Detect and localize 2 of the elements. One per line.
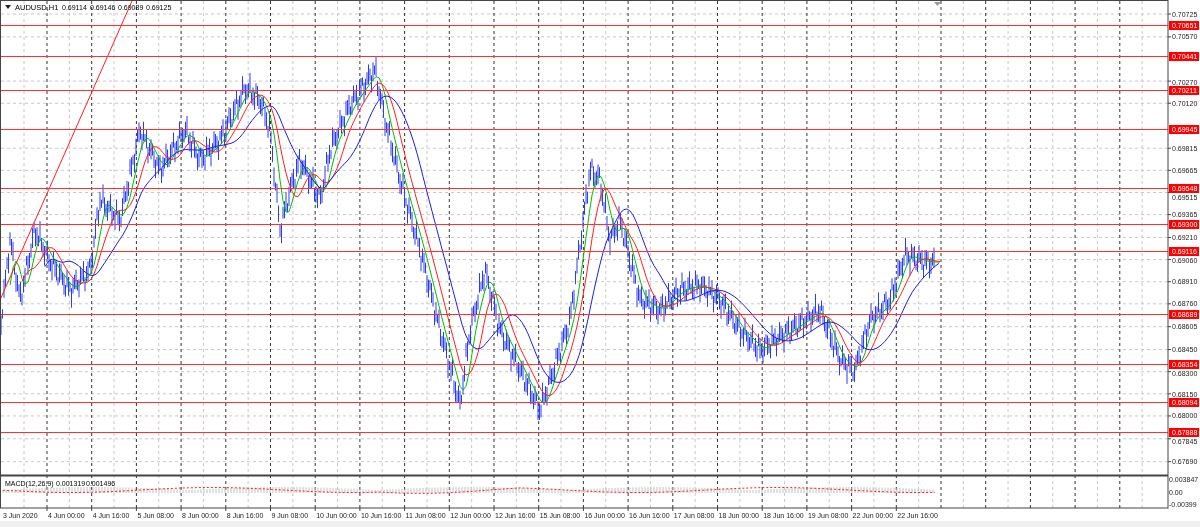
- caret-icon[interactable]: [5, 5, 11, 9]
- shift-marker-icon[interactable]: [934, 2, 941, 6]
